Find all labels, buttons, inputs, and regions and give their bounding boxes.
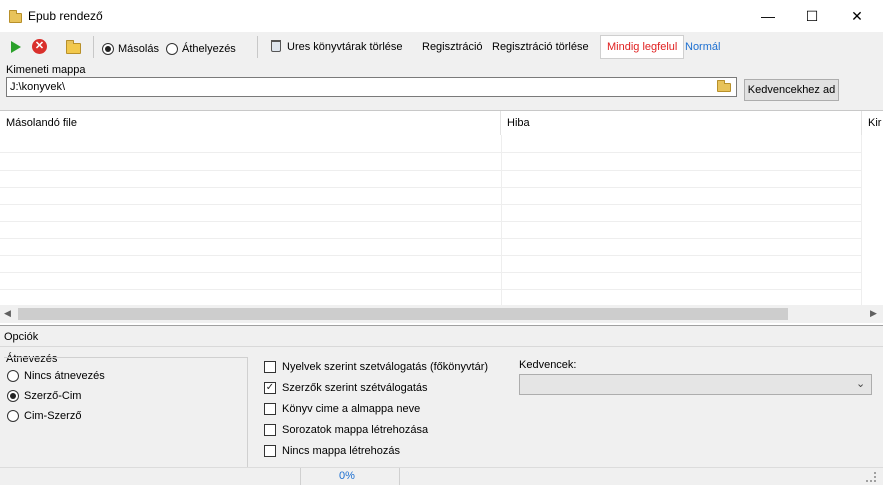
folder-open-icon[interactable] [66, 40, 81, 54]
move-radio[interactable] [166, 43, 178, 55]
normal-button[interactable]: Normál [685, 41, 720, 53]
scroll-right-icon[interactable]: ▶ [870, 308, 877, 319]
rename-option-none-radio[interactable] [7, 370, 19, 382]
row-gridline [0, 187, 862, 188]
sort-by-language-label: Nyelvek szerint szetválogatás (főkönyvtá… [282, 361, 489, 373]
favorites-dropdown[interactable]: ⌄ [519, 374, 872, 395]
title-bar: Epub rendező — ☐ ✕ [0, 0, 883, 32]
output-folder-value[interactable]: J:\konyvek\ [10, 81, 65, 93]
no-folder-checkbox[interactable] [264, 445, 276, 457]
rename-option-title-author-radio[interactable] [7, 410, 19, 422]
copy-radio[interactable] [102, 43, 114, 55]
resize-grip-icon[interactable] [866, 472, 876, 482]
section-divider [0, 346, 883, 347]
stop-icon[interactable]: ✕ [32, 39, 47, 54]
output-folder-field[interactable]: J:\konyvek\ [6, 77, 737, 97]
toolbar: ✕ Másolás Áthelyezés Ures könyvtárak tör… [0, 32, 883, 62]
column-header-third[interactable]: Kir [862, 111, 883, 135]
unregister-button[interactable]: Regisztráció törlése [492, 41, 589, 53]
chevron-down-icon[interactable]: ⌄ [856, 377, 865, 390]
series-folder-label: Sorozatok mappa létrehozása [282, 424, 429, 436]
toolbar-separator [93, 36, 94, 58]
column-divider [861, 135, 862, 305]
book-title-subfolder-checkbox[interactable] [264, 403, 276, 415]
add-favorite-button[interactable]: Kedvencekhez ad [744, 79, 839, 101]
row-gridline [0, 255, 862, 256]
progress-cell: 0% [300, 468, 400, 485]
app-folder-icon [9, 10, 22, 23]
options-panel: Opciók Átnevezés Nincs átnevezés Szerző-… [0, 325, 883, 467]
output-folder-panel: Kimeneti mappa J:\konyvek\ Kedvencekhez … [0, 62, 883, 110]
status-bar: 0% [0, 467, 883, 485]
column-header-file[interactable]: Másolandó file [0, 111, 501, 135]
rename-option-author-title-label: Szerző-Cim [24, 390, 82, 402]
row-gridline [0, 152, 862, 153]
browse-folder-icon[interactable] [717, 80, 731, 92]
row-gridline [0, 238, 862, 239]
register-button[interactable]: Regisztráció [422, 41, 483, 53]
window-title: Epub rendező [28, 9, 103, 23]
file-table[interactable]: Másolandó file Hiba Kir [0, 110, 883, 325]
maximize-button[interactable]: ☐ [789, 0, 835, 32]
row-gridline [0, 204, 862, 205]
sort-by-language-checkbox[interactable] [264, 361, 276, 373]
row-gridline [0, 170, 862, 171]
trash-icon[interactable] [271, 40, 281, 52]
column-divider [501, 135, 502, 305]
options-section-label: Opciók [4, 331, 39, 343]
scrollbar-thumb[interactable] [18, 308, 788, 320]
no-folder-label: Nincs mappa létrehozás [282, 445, 401, 457]
series-folder-checkbox[interactable] [264, 424, 276, 436]
row-gridline [0, 221, 862, 222]
favorites-label: Kedvencek: [519, 359, 577, 371]
book-title-subfolder-label: Könyv cime a almappa neve [282, 403, 421, 415]
progress-text: 0% [339, 470, 355, 482]
sort-by-author-checkbox[interactable]: ✓ [264, 382, 276, 394]
close-button[interactable]: ✕ [834, 0, 880, 32]
copy-label: Másolás [118, 43, 159, 55]
rename-option-author-title-radio[interactable] [7, 390, 19, 402]
column-header-error[interactable]: Hiba [501, 111, 862, 135]
row-gridline [0, 272, 862, 273]
scroll-left-icon[interactable]: ◀ [4, 308, 11, 319]
sort-by-author-label: Szerzők szerint szétválogatás [282, 382, 428, 394]
minimize-button[interactable]: — [745, 0, 791, 32]
rename-option-none-label: Nincs átnevezés [24, 370, 105, 382]
row-gridline [0, 289, 862, 290]
always-on-top-button[interactable]: Mindig legfelul [600, 35, 685, 59]
rename-option-title-author-label: Cim-Szerző [24, 410, 82, 422]
output-folder-label: Kimeneti mappa [6, 64, 86, 76]
horizontal-scrollbar[interactable]: ◀ ▶ [0, 305, 883, 323]
clear-empty-dirs-button[interactable]: Ures könyvtárak törlése [287, 41, 403, 53]
play-icon[interactable] [11, 41, 21, 53]
toolbar-separator [257, 36, 258, 58]
move-label: Áthelyezés [182, 43, 236, 55]
